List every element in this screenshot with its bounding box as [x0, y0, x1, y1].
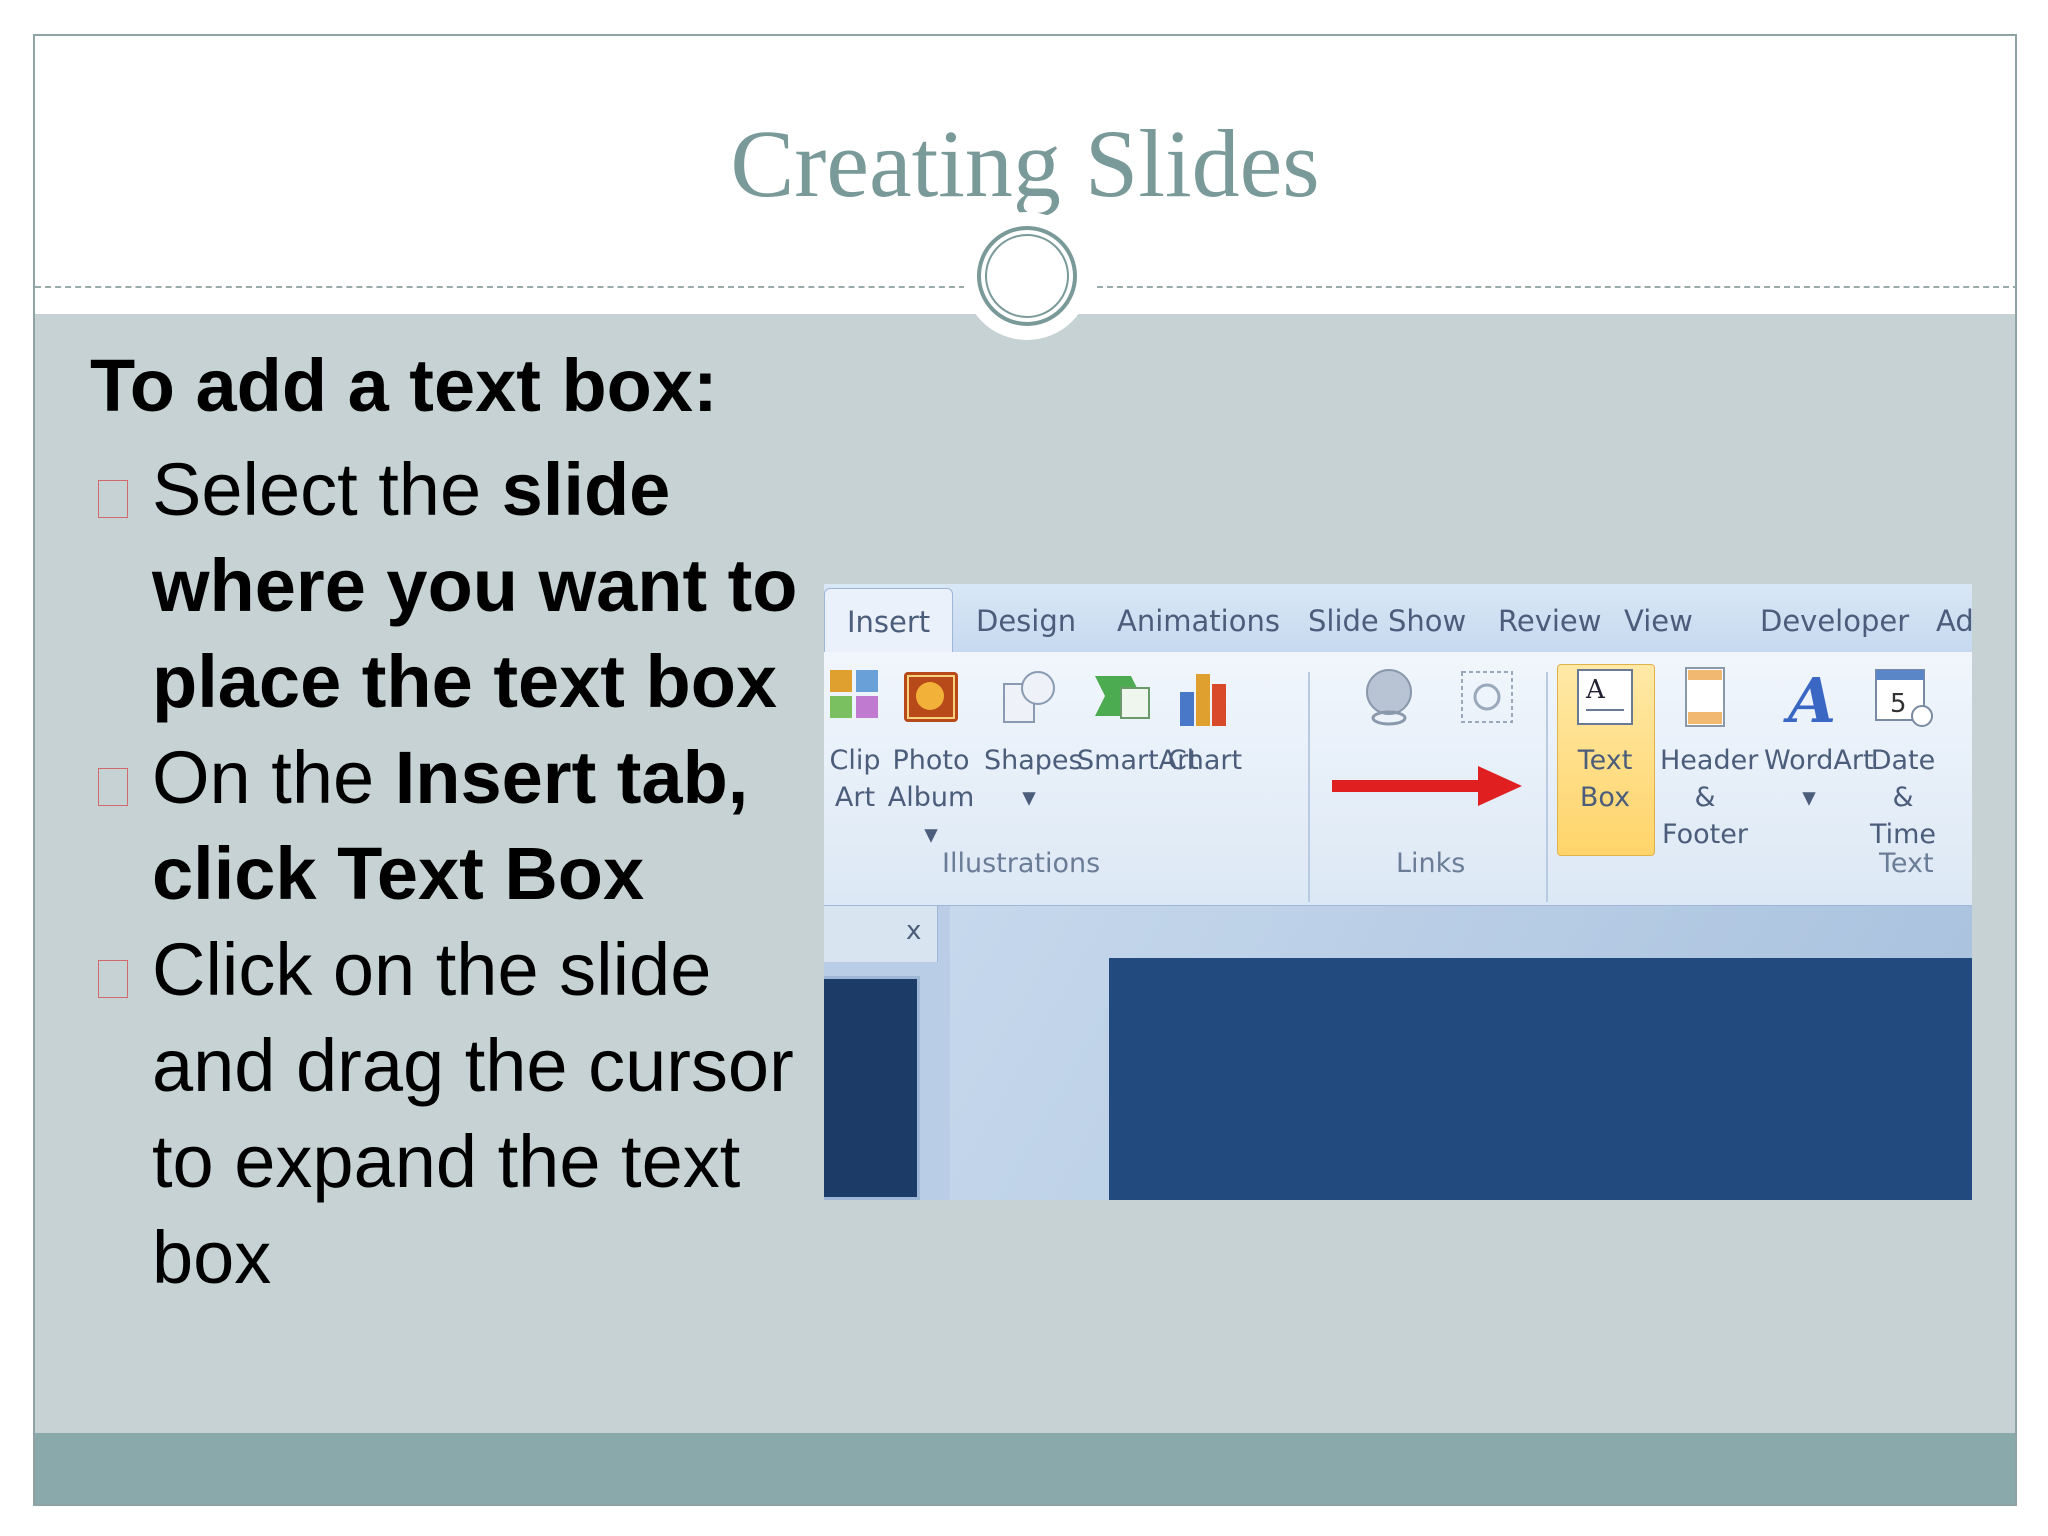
- bullet-box-icon: [98, 960, 128, 998]
- date-time-button[interactable]: 5 Date & Time: [1858, 666, 1948, 853]
- smartart-icon: [1091, 666, 1153, 728]
- tab-design[interactable]: Design: [976, 604, 1076, 638]
- slide-thumbnail[interactable]: [824, 976, 920, 1200]
- header-footer-icon: [1674, 666, 1736, 728]
- ribbon-tab-bar: Insert Design Animations Slide Show Revi…: [824, 584, 1972, 653]
- photo-album-button[interactable]: Photo Album ▾: [886, 666, 976, 853]
- tab-slide-show[interactable]: Slide Show: [1308, 604, 1466, 638]
- editor-workspace: x: [824, 906, 1972, 1200]
- svg-text:5: 5: [1890, 689, 1907, 719]
- bullet-box-icon: [98, 768, 128, 806]
- slide: Creating Slides To add a text box: Selec…: [33, 34, 2017, 1506]
- slides-pane-header: x: [824, 906, 938, 962]
- wordart-button[interactable]: A WordArt ▾: [1764, 664, 1874, 816]
- header-divider-right: [1097, 286, 2015, 288]
- bullet-item: On the Insert tab, click Text Box: [90, 730, 820, 922]
- svg-text:A: A: [1783, 666, 1836, 728]
- tab-view[interactable]: View: [1624, 604, 1693, 638]
- chart-icon: [1174, 666, 1236, 728]
- slide-content: To add a text box: Select the slide wher…: [90, 336, 820, 1306]
- slide-title: Creating Slides: [730, 110, 1320, 217]
- bullet-text: Select the: [152, 448, 502, 531]
- lead-heading: To add a text box:: [90, 344, 718, 427]
- group-separator: [1308, 672, 1310, 902]
- smartart-button[interactable]: SmartArt: [1077, 666, 1199, 779]
- circle-ornament-inner: [985, 234, 1069, 318]
- group-label-links: Links: [1396, 848, 1466, 879]
- bullet-text: On the: [152, 736, 395, 819]
- hyperlink-button[interactable]: [1344, 666, 1434, 742]
- wordart-icon: A: [1778, 664, 1840, 737]
- bullet-text: Click on the slide and drag the cursor t…: [152, 928, 794, 1299]
- text-box-icon: A: [1574, 666, 1636, 728]
- action-icon: [1456, 666, 1518, 728]
- group-separator: [1546, 672, 1548, 902]
- group-label-illustrations: Illustrations: [942, 848, 1101, 879]
- slide-footer-band: [35, 1433, 2015, 1504]
- ribbon-panel: Clip Art Photo Album ▾ Shapes ▾ SmartArt…: [824, 652, 1972, 906]
- shapes-icon: [998, 666, 1060, 728]
- header-divider-left: [35, 286, 965, 288]
- chart-button[interactable]: Chart: [1160, 666, 1250, 779]
- shapes-button[interactable]: Shapes ▾: [984, 666, 1083, 816]
- action-button[interactable]: [1442, 666, 1532, 742]
- bullet-box-icon: [98, 480, 128, 518]
- ribbon-screenshot: Insert Design Animations Slide Show Revi…: [824, 584, 1972, 1200]
- tab-add-ins[interactable]: Ad: [1936, 604, 1972, 638]
- tab-developer[interactable]: Developer: [1760, 604, 1909, 638]
- photo-album-icon: [900, 666, 962, 728]
- tab-animations[interactable]: Animations: [1117, 604, 1280, 638]
- slide-canvas[interactable]: [1109, 958, 1972, 1200]
- tab-insert[interactable]: Insert: [824, 588, 954, 652]
- group-label-text: Text: [1879, 848, 1934, 879]
- text-box-button[interactable]: A Text Box: [1560, 666, 1650, 816]
- bullet-item: Click on the slide and drag the cursor t…: [90, 922, 820, 1306]
- tab-review[interactable]: Review: [1498, 604, 1601, 638]
- clip-art-icon: [824, 666, 886, 728]
- bullet-item: Select the slide where you want to place…: [90, 442, 820, 730]
- svg-text:A: A: [1585, 675, 1606, 705]
- header-footer-button[interactable]: Header & Footer: [1660, 666, 1758, 853]
- red-arrow-icon: [1332, 766, 1522, 806]
- close-pane-icon[interactable]: x: [906, 916, 921, 946]
- calendar-icon: 5: [1872, 666, 1934, 728]
- globe-link-icon: [1358, 666, 1420, 728]
